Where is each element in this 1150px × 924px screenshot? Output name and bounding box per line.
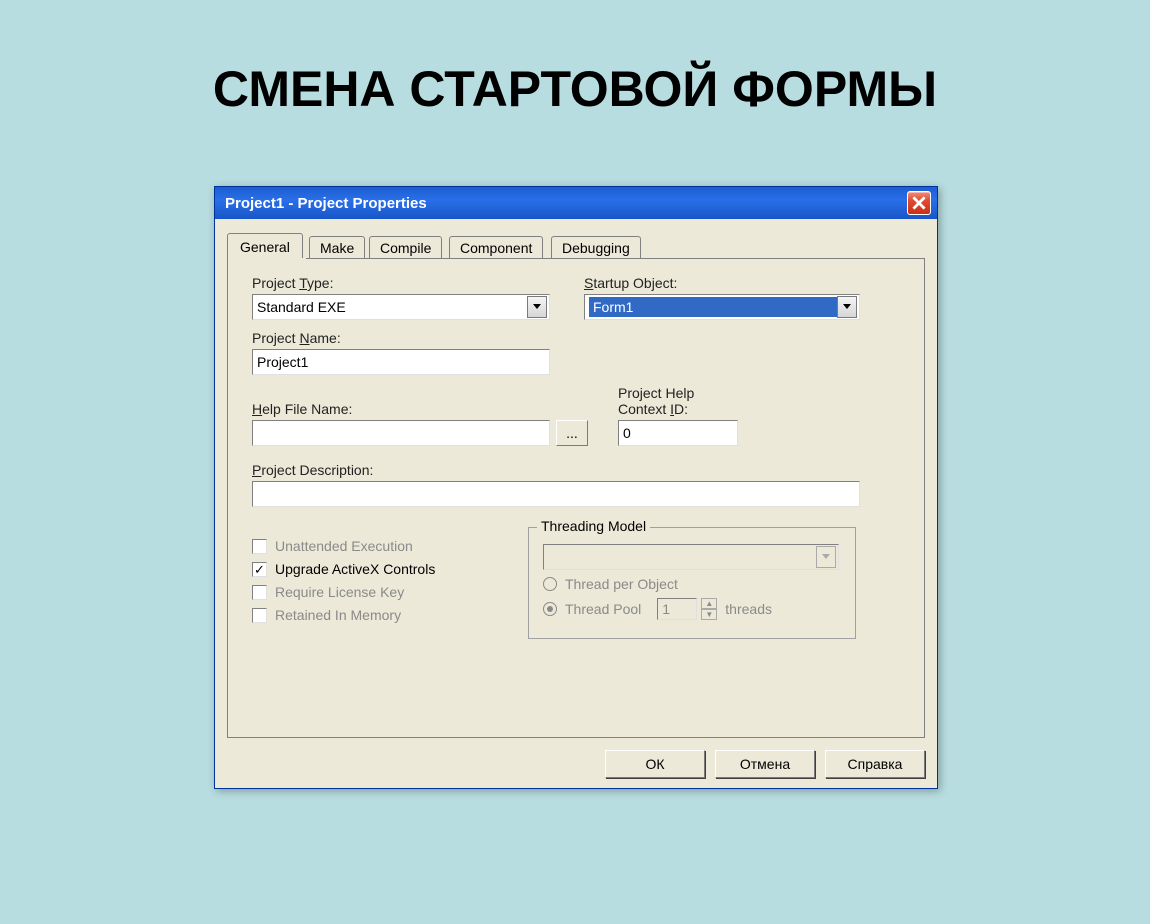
- slide-title: СМЕНА СТАРТОВОЙ ФОРМЫ: [0, 60, 1150, 118]
- dropdown-icon[interactable]: [527, 296, 547, 318]
- startup-object-combo[interactable]: Form1: [584, 294, 860, 320]
- close-icon: [912, 196, 926, 210]
- project-type-label: Project Type:: [252, 275, 550, 291]
- checkbox-icon: [252, 539, 267, 554]
- threading-model-combo: [543, 544, 839, 570]
- dropdown-icon[interactable]: [837, 296, 857, 318]
- radio-icon: [543, 602, 557, 616]
- upgrade-activex-checkbox[interactable]: ✓ Upgrade ActiveX Controls: [252, 561, 512, 577]
- checkbox-icon: [252, 608, 267, 623]
- dialog-buttons: ОК Отмена Справка: [227, 750, 925, 778]
- description-label: Project Description:: [252, 462, 904, 478]
- help-button[interactable]: Справка: [825, 750, 925, 778]
- project-name-input[interactable]: Project1: [252, 349, 550, 375]
- threading-model-legend: Threading Model: [537, 518, 650, 534]
- radio-icon: [543, 577, 557, 591]
- tab-make[interactable]: Make: [309, 236, 365, 259]
- context-id-input[interactable]: 0: [618, 420, 738, 446]
- help-file-input[interactable]: [252, 420, 550, 446]
- tab-debugging[interactable]: Debugging: [551, 236, 641, 259]
- browse-button[interactable]: ...: [556, 420, 588, 446]
- description-input[interactable]: [252, 481, 860, 507]
- help-file-label: Help File Name:: [252, 401, 590, 417]
- project-name-label: Project Name:: [252, 330, 904, 346]
- thread-per-object-radio: Thread per Object: [543, 576, 841, 592]
- close-button[interactable]: [907, 191, 931, 215]
- unattended-checkbox: Unattended Execution: [252, 538, 512, 554]
- cancel-button[interactable]: Отмена: [715, 750, 815, 778]
- threading-model-group: Threading Model Thread per Object Thread…: [528, 527, 856, 639]
- ok-button[interactable]: ОК: [605, 750, 705, 778]
- checkbox-icon: ✓: [252, 562, 267, 577]
- thread-pool-radio: Thread Pool 1 ▲ ▼ threads: [543, 598, 841, 620]
- spin-up-icon: ▲: [701, 598, 717, 609]
- tab-component[interactable]: Component: [449, 236, 543, 259]
- license-key-checkbox: Require License Key: [252, 584, 512, 600]
- dialog-body: General Make Compile Component Debugging…: [215, 219, 937, 788]
- startup-object-value: Form1: [589, 297, 837, 317]
- tab-general[interactable]: General: [227, 233, 303, 259]
- spinner-buttons: ▲ ▼: [701, 598, 717, 620]
- project-type-combo[interactable]: Standard EXE: [252, 294, 550, 320]
- thread-count-input: 1: [657, 598, 697, 620]
- dropdown-icon: [816, 546, 836, 568]
- project-properties-dialog: Project1 - Project Properties General Ma…: [214, 186, 938, 789]
- window-title: Project1 - Project Properties: [225, 195, 427, 212]
- checkbox-icon: [252, 585, 267, 600]
- startup-object-label: Startup Object:: [584, 275, 860, 291]
- context-id-label: Project Help Context ID:: [618, 385, 738, 417]
- project-type-value: Standard EXE: [257, 299, 346, 315]
- tab-compile[interactable]: Compile: [369, 236, 442, 259]
- spin-down-icon: ▼: [701, 609, 717, 620]
- tab-general-panel: Project Type: Standard EXE Startup Objec…: [227, 258, 925, 738]
- tab-strip: General Make Compile Component Debugging: [227, 231, 925, 259]
- titlebar[interactable]: Project1 - Project Properties: [215, 187, 937, 219]
- retained-memory-checkbox: Retained In Memory: [252, 607, 512, 623]
- threads-label: threads: [725, 601, 772, 617]
